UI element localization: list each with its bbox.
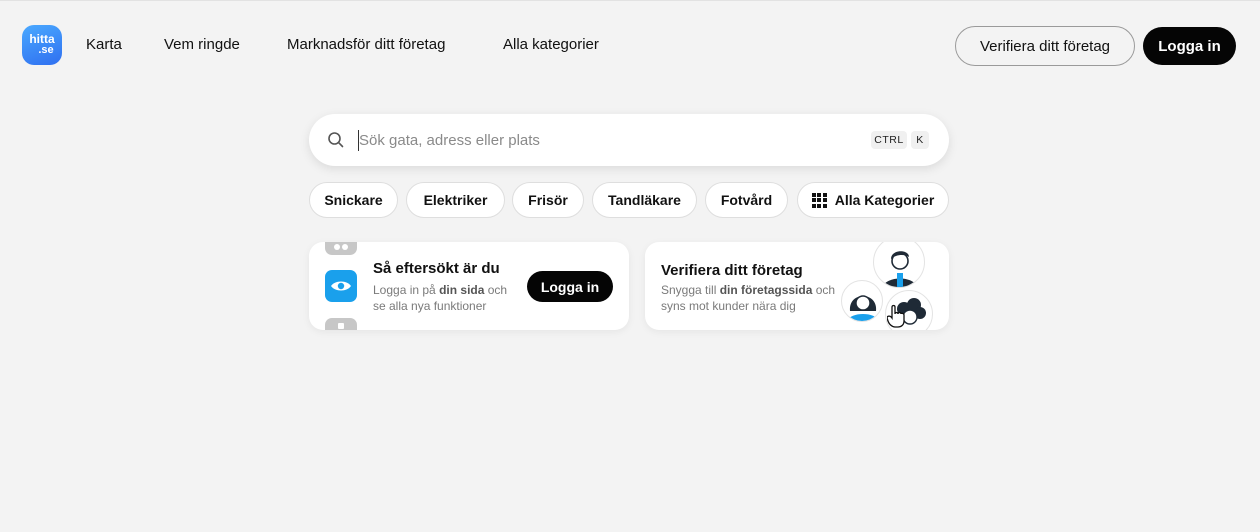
search-bar[interactable]: CTRL K [309,114,949,166]
search-input[interactable] [359,127,839,153]
searched-card: Så eftersökt är du Logga in på din sida … [309,242,629,330]
search-icon [328,132,344,148]
nav-marknadsfor[interactable]: Marknadsför ditt företag [287,36,445,53]
card-verify-text: Snygga till din företagssida och syns mo… [661,283,836,313]
hand-cursor-icon [887,304,905,328]
chip-snickare[interactable]: Snickare [309,182,398,218]
card-searched-text: Logga in på din sida och se alla nya fun… [373,283,508,313]
verify-company-button[interactable]: Verifiera ditt företag [955,26,1135,66]
verify-card[interactable]: Verifiera ditt företag Snygga till din f… [645,242,949,330]
glasses-icon [325,242,357,255]
grid-icon [811,192,827,208]
stats-icon [325,318,357,330]
nav-alla-kategorier[interactable]: Alla kategorier [503,36,599,53]
card-searched-title: Så eftersökt är du [373,260,500,277]
avatar-woman [841,280,883,322]
eye-icon [325,270,357,302]
chip-alla-kategorier-label: Alla Kategorier [834,192,935,208]
chip-elektriker[interactable]: Elektriker [406,182,505,218]
card-verify-title: Verifiera ditt företag [661,262,803,279]
login-button[interactable]: Logga in [1143,27,1236,65]
chip-tandlakare[interactable]: Tandläkare [592,182,697,218]
shortcut-k-badge: K [911,131,929,149]
avatar-man [873,242,925,288]
shortcut-ctrl-badge: CTRL [871,131,907,149]
chip-frisor[interactable]: Frisör [512,182,584,218]
hitta-logo[interactable]: hitta .se [22,25,62,65]
chip-fotvard[interactable]: Fotvård [705,182,788,218]
nav-vem-ringde[interactable]: Vem ringde [164,36,240,53]
chip-alla-kategorier[interactable]: Alla Kategorier [797,182,949,218]
nav-karta[interactable]: Karta [86,36,122,53]
card-login-button[interactable]: Logga in [527,271,613,302]
logo-text-se: .se [38,44,54,56]
